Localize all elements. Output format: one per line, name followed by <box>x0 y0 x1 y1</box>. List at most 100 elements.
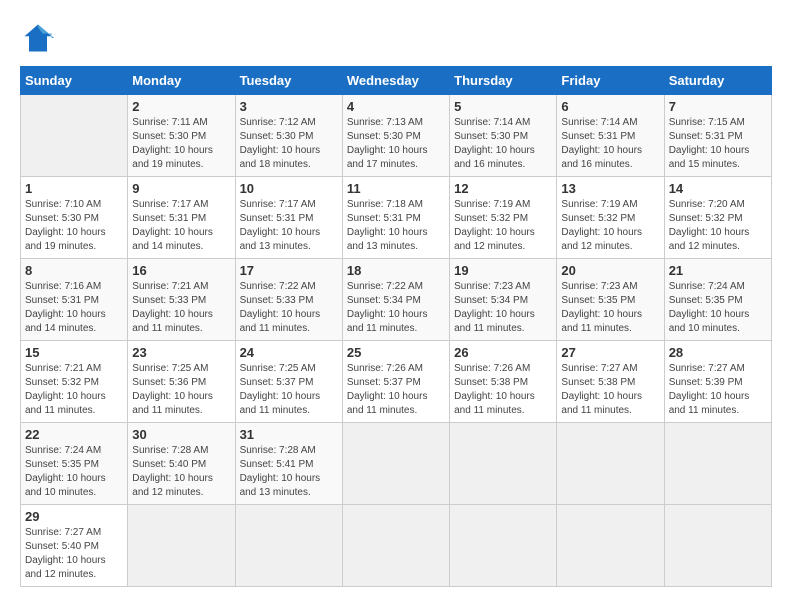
day-info: Sunrise: 7:28 AMSunset: 5:41 PMDaylight:… <box>240 445 321 498</box>
calendar-cell <box>664 423 771 505</box>
day-number: 16 <box>132 263 230 278</box>
day-number: 1 <box>25 181 123 196</box>
day-info: Sunrise: 7:19 AMSunset: 5:32 PMDaylight:… <box>454 199 535 252</box>
day-number: 27 <box>561 345 659 360</box>
day-number: 3 <box>240 99 338 114</box>
day-info: Sunrise: 7:16 AMSunset: 5:31 PMDaylight:… <box>25 281 106 334</box>
calendar-cell: 13 Sunrise: 7:19 AMSunset: 5:32 PMDaylig… <box>557 177 664 259</box>
day-number: 5 <box>454 99 552 114</box>
calendar-cell <box>557 505 664 587</box>
calendar-cell: 31 Sunrise: 7:28 AMSunset: 5:41 PMDaylig… <box>235 423 342 505</box>
day-info: Sunrise: 7:18 AMSunset: 5:31 PMDaylight:… <box>347 199 428 252</box>
calendar-cell: 6 Sunrise: 7:14 AMSunset: 5:31 PMDayligh… <box>557 95 664 177</box>
day-number: 26 <box>454 345 552 360</box>
day-number: 18 <box>347 263 445 278</box>
day-info: Sunrise: 7:24 AMSunset: 5:35 PMDaylight:… <box>669 281 750 334</box>
day-number: 29 <box>25 509 123 524</box>
calendar-cell <box>557 423 664 505</box>
calendar-cell: 5 Sunrise: 7:14 AMSunset: 5:30 PMDayligh… <box>450 95 557 177</box>
calendar-week-row: 8 Sunrise: 7:16 AMSunset: 5:31 PMDayligh… <box>21 259 772 341</box>
calendar-table: SundayMondayTuesdayWednesdayThursdayFrid… <box>20 66 772 587</box>
calendar-cell: 21 Sunrise: 7:24 AMSunset: 5:35 PMDaylig… <box>664 259 771 341</box>
day-number: 14 <box>669 181 767 196</box>
calendar-cell: 25 Sunrise: 7:26 AMSunset: 5:37 PMDaylig… <box>342 341 449 423</box>
calendar-week-row: 1 Sunrise: 7:10 AMSunset: 5:30 PMDayligh… <box>21 177 772 259</box>
day-number: 25 <box>347 345 445 360</box>
calendar-week-row: 2 Sunrise: 7:11 AMSunset: 5:30 PMDayligh… <box>21 95 772 177</box>
day-info: Sunrise: 7:17 AMSunset: 5:31 PMDaylight:… <box>132 199 213 252</box>
calendar-cell: 15 Sunrise: 7:21 AMSunset: 5:32 PMDaylig… <box>21 341 128 423</box>
calendar-cell <box>128 505 235 587</box>
day-number: 2 <box>132 99 230 114</box>
day-number: 4 <box>347 99 445 114</box>
day-info: Sunrise: 7:26 AMSunset: 5:38 PMDaylight:… <box>454 363 535 416</box>
day-info: Sunrise: 7:21 AMSunset: 5:32 PMDaylight:… <box>25 363 106 416</box>
calendar-cell: 26 Sunrise: 7:26 AMSunset: 5:38 PMDaylig… <box>450 341 557 423</box>
calendar-week-row: 29 Sunrise: 7:27 AMSunset: 5:40 PMDaylig… <box>21 505 772 587</box>
day-info: Sunrise: 7:24 AMSunset: 5:35 PMDaylight:… <box>25 445 106 498</box>
calendar-cell: 12 Sunrise: 7:19 AMSunset: 5:32 PMDaylig… <box>450 177 557 259</box>
calendar-cell: 30 Sunrise: 7:28 AMSunset: 5:40 PMDaylig… <box>128 423 235 505</box>
day-info: Sunrise: 7:20 AMSunset: 5:32 PMDaylight:… <box>669 199 750 252</box>
day-number: 23 <box>132 345 230 360</box>
day-number: 11 <box>347 181 445 196</box>
calendar-cell: 2 Sunrise: 7:11 AMSunset: 5:30 PMDayligh… <box>128 95 235 177</box>
calendar-week-row: 22 Sunrise: 7:24 AMSunset: 5:35 PMDaylig… <box>21 423 772 505</box>
calendar-cell <box>342 423 449 505</box>
day-of-week-header: Sunday <box>21 67 128 95</box>
day-of-week-header: Saturday <box>664 67 771 95</box>
day-info: Sunrise: 7:26 AMSunset: 5:37 PMDaylight:… <box>347 363 428 416</box>
calendar-cell: 16 Sunrise: 7:21 AMSunset: 5:33 PMDaylig… <box>128 259 235 341</box>
calendar-cell: 27 Sunrise: 7:27 AMSunset: 5:38 PMDaylig… <box>557 341 664 423</box>
day-info: Sunrise: 7:28 AMSunset: 5:40 PMDaylight:… <box>132 445 213 498</box>
day-number: 31 <box>240 427 338 442</box>
logo-icon <box>20 20 56 56</box>
day-info: Sunrise: 7:27 AMSunset: 5:38 PMDaylight:… <box>561 363 642 416</box>
calendar-cell: 24 Sunrise: 7:25 AMSunset: 5:37 PMDaylig… <box>235 341 342 423</box>
day-info: Sunrise: 7:19 AMSunset: 5:32 PMDaylight:… <box>561 199 642 252</box>
calendar-cell <box>235 505 342 587</box>
day-number: 19 <box>454 263 552 278</box>
calendar-cell <box>342 505 449 587</box>
day-of-week-header: Monday <box>128 67 235 95</box>
calendar-header-row: SundayMondayTuesdayWednesdayThursdayFrid… <box>21 67 772 95</box>
day-info: Sunrise: 7:15 AMSunset: 5:31 PMDaylight:… <box>669 117 750 170</box>
calendar-cell <box>450 423 557 505</box>
calendar-cell: 29 Sunrise: 7:27 AMSunset: 5:40 PMDaylig… <box>21 505 128 587</box>
day-number: 17 <box>240 263 338 278</box>
day-of-week-header: Friday <box>557 67 664 95</box>
day-info: Sunrise: 7:27 AMSunset: 5:40 PMDaylight:… <box>25 527 106 580</box>
calendar-cell: 1 Sunrise: 7:10 AMSunset: 5:30 PMDayligh… <box>21 177 128 259</box>
calendar-cell: 4 Sunrise: 7:13 AMSunset: 5:30 PMDayligh… <box>342 95 449 177</box>
day-number: 15 <box>25 345 123 360</box>
calendar-week-row: 15 Sunrise: 7:21 AMSunset: 5:32 PMDaylig… <box>21 341 772 423</box>
calendar-cell: 7 Sunrise: 7:15 AMSunset: 5:31 PMDayligh… <box>664 95 771 177</box>
day-number: 21 <box>669 263 767 278</box>
day-info: Sunrise: 7:14 AMSunset: 5:30 PMDaylight:… <box>454 117 535 170</box>
calendar-cell: 20 Sunrise: 7:23 AMSunset: 5:35 PMDaylig… <box>557 259 664 341</box>
day-info: Sunrise: 7:22 AMSunset: 5:33 PMDaylight:… <box>240 281 321 334</box>
day-info: Sunrise: 7:13 AMSunset: 5:30 PMDaylight:… <box>347 117 428 170</box>
calendar-cell: 14 Sunrise: 7:20 AMSunset: 5:32 PMDaylig… <box>664 177 771 259</box>
calendar-cell <box>21 95 128 177</box>
day-number: 13 <box>561 181 659 196</box>
calendar-cell <box>664 505 771 587</box>
day-of-week-header: Tuesday <box>235 67 342 95</box>
day-number: 10 <box>240 181 338 196</box>
day-number: 24 <box>240 345 338 360</box>
day-info: Sunrise: 7:17 AMSunset: 5:31 PMDaylight:… <box>240 199 321 252</box>
day-number: 7 <box>669 99 767 114</box>
day-info: Sunrise: 7:23 AMSunset: 5:35 PMDaylight:… <box>561 281 642 334</box>
calendar-cell: 9 Sunrise: 7:17 AMSunset: 5:31 PMDayligh… <box>128 177 235 259</box>
day-info: Sunrise: 7:14 AMSunset: 5:31 PMDaylight:… <box>561 117 642 170</box>
day-info: Sunrise: 7:25 AMSunset: 5:37 PMDaylight:… <box>240 363 321 416</box>
day-info: Sunrise: 7:27 AMSunset: 5:39 PMDaylight:… <box>669 363 750 416</box>
calendar-cell: 17 Sunrise: 7:22 AMSunset: 5:33 PMDaylig… <box>235 259 342 341</box>
day-number: 12 <box>454 181 552 196</box>
day-of-week-header: Wednesday <box>342 67 449 95</box>
day-number: 28 <box>669 345 767 360</box>
calendar-cell: 8 Sunrise: 7:16 AMSunset: 5:31 PMDayligh… <box>21 259 128 341</box>
day-info: Sunrise: 7:22 AMSunset: 5:34 PMDaylight:… <box>347 281 428 334</box>
calendar-cell: 23 Sunrise: 7:25 AMSunset: 5:36 PMDaylig… <box>128 341 235 423</box>
calendar-cell: 3 Sunrise: 7:12 AMSunset: 5:30 PMDayligh… <box>235 95 342 177</box>
